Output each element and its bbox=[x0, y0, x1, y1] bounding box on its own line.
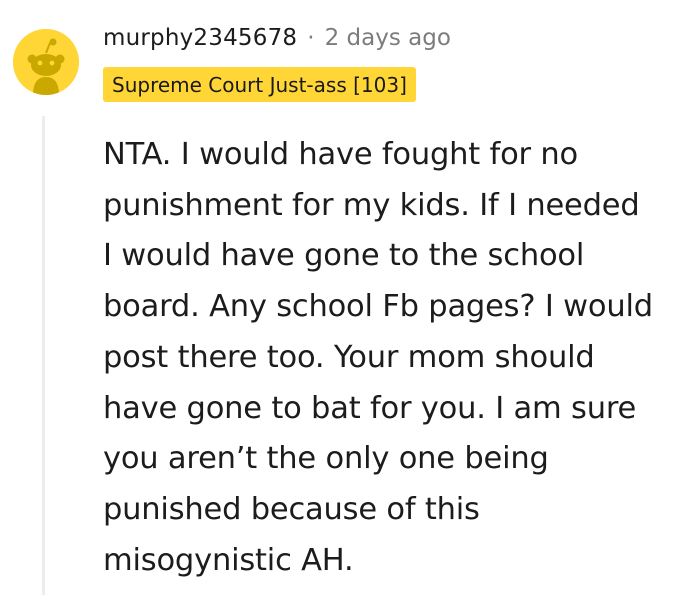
username-link[interactable]: murphy2345678 bbox=[103, 25, 297, 51]
comment-body-line: have gone to bat for you. I am sure bbox=[103, 390, 637, 426]
thread-collapse-line[interactable] bbox=[42, 116, 45, 595]
comment-body-line: you aren’t the only one being bbox=[103, 441, 549, 477]
comment-body-line: misogynistic AH. bbox=[103, 542, 354, 578]
user-flair: Supreme Court Just-ass [103] bbox=[103, 67, 416, 102]
comment-body-line: I would have gone to the school bbox=[103, 238, 585, 274]
meta-separator: · bbox=[307, 25, 315, 51]
comment-body-line: punished because of this bbox=[103, 491, 480, 527]
comment-body: NTA. I would have fought for no punishme… bbox=[103, 130, 688, 586]
comment-body-line: punishment for my kids. If I needed bbox=[103, 187, 640, 223]
avatar[interactable] bbox=[13, 29, 79, 95]
timestamp-link[interactable]: 2 days ago bbox=[325, 25, 451, 51]
comment-body-line: NTA. I would have fought for no bbox=[103, 137, 578, 172]
snoo-avatar-icon bbox=[13, 29, 79, 95]
comment: murphy2345678 · 2 days ago Supreme Court… bbox=[0, 0, 700, 595]
comment-meta: murphy2345678 · 2 days ago bbox=[103, 20, 451, 56]
comment-body-line: board. Any school Fb pages? I would bbox=[103, 289, 653, 325]
comment-body-line: post there too. Your mom should bbox=[103, 339, 595, 375]
